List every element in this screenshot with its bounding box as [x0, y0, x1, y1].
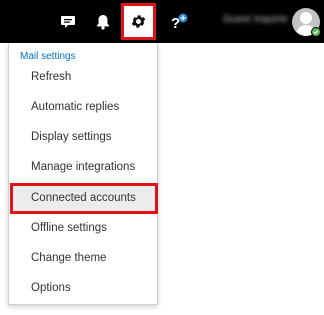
menu-item-options[interactable]: Options [9, 275, 157, 302]
avatar-head [300, 12, 312, 24]
help-button[interactable]: ? [161, 0, 197, 43]
user-name[interactable]: Guest Inquiries [223, 13, 287, 27]
menu-header: Mail settings [20, 51, 76, 62]
bell-icon [97, 14, 109, 30]
menu-item-offline-settings[interactable]: Offline settings [9, 215, 157, 242]
presence-available-icon [311, 27, 321, 37]
menu-item-connected-accounts[interactable]: Connected accounts [10, 183, 158, 214]
feedback-icon [61, 15, 75, 28]
menu-item-automatic-replies[interactable]: Automatic replies [9, 94, 157, 121]
menu-item-display-settings[interactable]: Display settings [9, 124, 157, 151]
menu-item-refresh[interactable]: Refresh [9, 64, 157, 91]
help-icon: ? [171, 13, 188, 32]
top-navigation-bar: ? Guest Inquiries [0, 0, 324, 43]
gear-icon [131, 15, 146, 28]
menu-item-change-theme[interactable]: Change theme [9, 245, 157, 272]
settings-dropdown-menu: Mail settings Refresh Automatic replies … [8, 43, 158, 305]
menu-item-manage-integrations[interactable]: Manage integrations [9, 154, 157, 181]
notifications-button[interactable] [85, 0, 121, 43]
feedback-button[interactable] [50, 0, 86, 43]
settings-button[interactable] [121, 3, 156, 40]
